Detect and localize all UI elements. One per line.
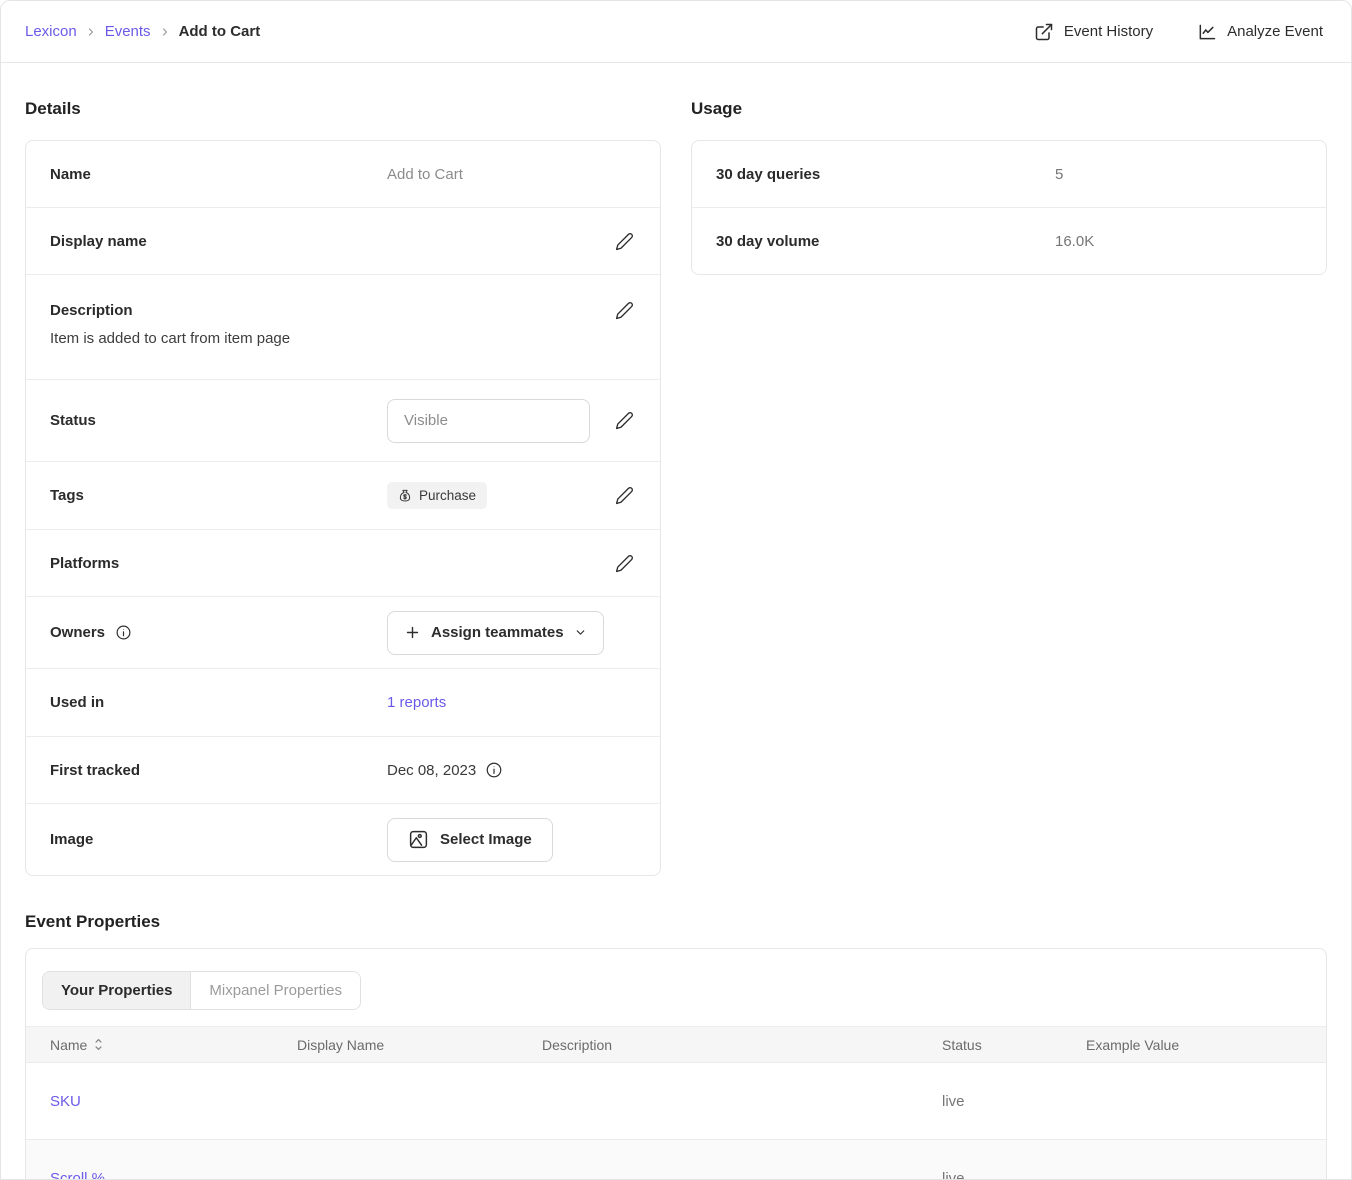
column-description: Description [542,1037,942,1053]
property-link-sku[interactable]: SKU [26,1093,297,1110]
detail-row-display-name: Display name [26,207,660,274]
pencil-icon [615,301,634,320]
column-example-value: Example Value [1086,1037,1326,1053]
detail-row-status: Status [26,379,660,461]
pencil-icon [615,554,634,573]
tab-your-properties[interactable]: Your Properties [43,972,190,1009]
description-label: Description [50,302,613,319]
usage-card: 30 day queries 5 30 day volume 16.0K [691,140,1327,275]
platforms-label: Platforms [50,555,387,572]
select-image-button[interactable]: Select Image [387,818,553,862]
detail-row-platforms: Platforms [26,529,660,596]
external-link-icon [1034,22,1054,42]
name-value: Add to Cart [387,166,463,183]
status-label: Status [50,412,387,429]
analyze-event-label: Analyze Event [1227,23,1323,40]
first-tracked-value: Dec 08, 2023 [387,762,476,779]
display-name-label: Display name [50,233,387,250]
detail-row-tags: Tags Purchase [26,461,660,529]
detail-row-image: Image Select Image [26,803,660,875]
cell-status: live [942,1093,1086,1110]
select-image-label: Select Image [440,831,532,848]
details-card: Name Add to Cart Display name [25,140,661,876]
breadcrumb-current: Add to Cart [179,23,261,40]
queries-value: 5 [1055,166,1063,183]
status-input[interactable] [387,399,590,443]
pencil-icon [615,411,634,430]
volume-label: 30 day volume [716,233,1055,250]
event-properties-card: Your Properties Mixpanel Properties Name… [25,948,1327,1180]
assign-teammates-label: Assign teammates [431,624,564,641]
edit-display-name-button[interactable] [613,230,636,253]
plus-icon [404,624,421,641]
detail-row-description: Description Item is added to cart from i… [26,274,660,379]
info-icon[interactable] [115,624,132,641]
detail-row-used-in: Used in 1 reports [26,668,660,736]
detail-row-name: Name Add to Cart [26,141,660,207]
description-value: Item is added to cart from item page [50,330,636,347]
breadcrumb: Lexicon Events Add to Cart [25,23,260,40]
assign-teammates-button[interactable]: Assign teammates [387,611,604,655]
line-chart-icon [1197,22,1217,42]
usage-title: Usage [691,99,1327,119]
main-content: Details Name Add to Cart Display name [1,63,1351,1180]
tag-chip-purchase[interactable]: Purchase [387,482,487,509]
properties-table: Name Display Name Description Status Exa… [26,1026,1326,1180]
table-row[interactable]: Scroll % live [26,1140,1326,1180]
properties-tab-group: Your Properties Mixpanel Properties [42,971,361,1010]
details-section: Details Name Add to Cart Display name [25,63,661,876]
app-window: Lexicon Events Add to Cart Event History [0,0,1352,1180]
tags-label: Tags [50,487,387,504]
image-label: Image [50,831,387,848]
properties-table-header: Name Display Name Description Status Exa… [26,1026,1326,1063]
event-history-button[interactable]: Event History [1034,22,1153,42]
usage-row-queries: 30 day queries 5 [692,141,1326,207]
money-bag-icon [398,489,412,503]
detail-row-first-tracked: First tracked Dec 08, 2023 [26,736,660,803]
event-history-label: Event History [1064,23,1153,40]
usage-section: Usage 30 day queries 5 30 day volume 16.… [691,63,1327,275]
edit-platforms-button[interactable] [613,552,636,575]
detail-row-owners: Owners Assign teammates [26,596,660,668]
info-icon[interactable] [485,761,503,779]
column-name[interactable]: Name [50,1037,87,1053]
table-row[interactable]: SKU live [26,1063,1326,1140]
topbar-actions: Event History Analyze Event [1034,22,1323,42]
image-icon [408,829,429,850]
name-label: Name [50,166,387,183]
edit-status-button[interactable] [613,409,636,432]
tag-chip-label: Purchase [419,488,476,503]
volume-value: 16.0K [1055,233,1094,250]
event-properties-section: Event Properties Your Properties Mixpane… [25,912,1327,1180]
breadcrumb-lexicon[interactable]: Lexicon [25,23,77,40]
chevron-right-icon [159,26,171,38]
details-title: Details [25,99,661,119]
sort-icon[interactable] [93,1038,104,1051]
edit-tags-button[interactable] [613,484,636,507]
chevron-down-icon [574,626,587,639]
owners-label: Owners [50,624,105,641]
column-status: Status [942,1037,1086,1053]
cell-status: live [942,1170,1086,1180]
analyze-event-button[interactable]: Analyze Event [1197,22,1323,42]
chevron-right-icon [85,26,97,38]
tab-mixpanel-properties[interactable]: Mixpanel Properties [190,972,360,1009]
property-link-scroll[interactable]: Scroll % [26,1170,297,1180]
used-in-label: Used in [50,694,387,711]
used-in-reports-link[interactable]: 1 reports [387,694,446,711]
pencil-icon [615,232,634,251]
topbar: Lexicon Events Add to Cart Event History [1,1,1351,63]
column-display-name: Display Name [297,1037,542,1053]
breadcrumb-events[interactable]: Events [105,23,151,40]
pencil-icon [615,486,634,505]
event-properties-title: Event Properties [25,912,1327,932]
usage-row-volume: 30 day volume 16.0K [692,207,1326,274]
first-tracked-label: First tracked [50,762,387,779]
edit-description-button[interactable] [613,299,636,322]
queries-label: 30 day queries [716,166,1055,183]
